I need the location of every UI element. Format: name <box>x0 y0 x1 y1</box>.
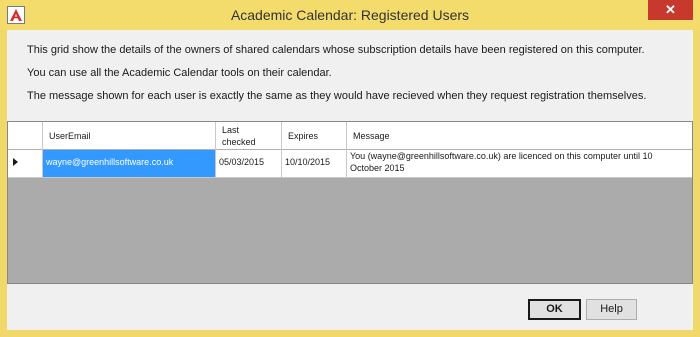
current-row-arrow-icon <box>13 158 18 166</box>
cell-expires[interactable]: 10/10/2015 <box>282 150 347 177</box>
row-header-corner <box>8 122 43 150</box>
info-text-line-1: This grid show the details of the owners… <box>27 44 645 56</box>
column-header-label: Message <box>353 131 390 141</box>
title-bar[interactable]: Academic Calendar: Registered Users ✕ <box>0 0 700 30</box>
ok-button[interactable]: OK <box>528 299 581 320</box>
column-header-label: Last <box>222 125 240 135</box>
row-header[interactable] <box>8 150 43 177</box>
grid-header: UserEmail Last checked Expires Message <box>8 122 692 150</box>
column-header-label: Expires <box>288 131 319 141</box>
cell-text: 05/03/2015 <box>219 157 265 167</box>
registered-users-grid[interactable]: UserEmail Last checked Expires Message w… <box>7 121 693 284</box>
cell-message[interactable]: You (wayne@greenhillsoftware.co.uk) are … <box>347 150 692 177</box>
column-header-last-checked[interactable]: Last checked <box>216 122 282 150</box>
info-text-line-3: The message shown for each user is exact… <box>27 90 647 102</box>
column-header-message[interactable]: Message <box>347 122 692 150</box>
column-header-useremail[interactable]: UserEmail <box>43 122 216 150</box>
cell-text: 10/10/2015 <box>285 157 331 167</box>
cell-last-checked[interactable]: 05/03/2015 <box>216 150 282 177</box>
cell-text: You (wayne@greenhillsoftware.co.uk) are … <box>350 151 653 161</box>
column-header-expires[interactable]: Expires <box>282 122 347 150</box>
column-header-label: UserEmail <box>49 131 91 141</box>
cell-useremail[interactable]: wayne@greenhillsoftware.co.uk <box>43 150 216 177</box>
column-header-label: checked <box>222 137 256 147</box>
cell-text: wayne@greenhillsoftware.co.uk <box>46 157 174 167</box>
help-button[interactable]: Help <box>586 299 637 320</box>
window-title: Academic Calendar: Registered Users <box>230 7 470 23</box>
dialog-window: Academic Calendar: Registered Users ✕ Th… <box>0 0 700 337</box>
close-button[interactable]: ✕ <box>648 0 693 20</box>
info-text-line-2: You can use all the Academic Calendar to… <box>27 67 332 79</box>
cell-text: October 2015 <box>350 163 405 173</box>
table-row[interactable]: wayne@greenhillsoftware.co.uk 05/03/2015… <box>8 150 692 178</box>
